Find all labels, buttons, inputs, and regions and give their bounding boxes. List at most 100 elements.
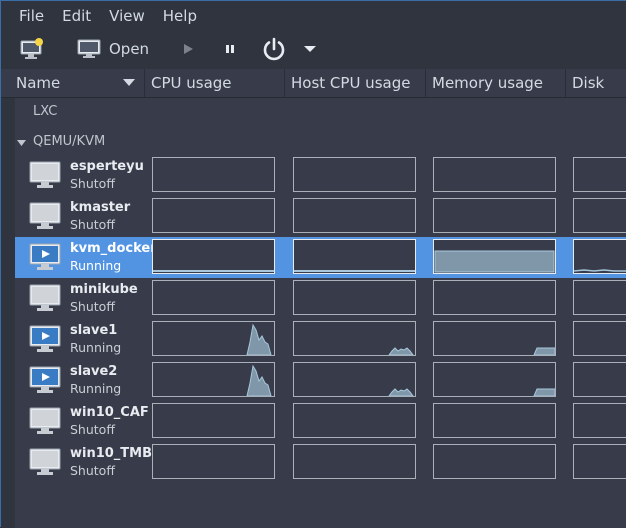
disk-io-graph [573,403,626,438]
column-disk-io[interactable]: Disk I/O [566,69,626,120]
vm-shutoff-icon [29,447,61,477]
host-cpu-usage-graph [293,444,416,479]
open-button[interactable]: Open [71,33,155,65]
play-icon [184,44,194,54]
host-cpu-usage-graph [293,321,416,356]
chevron-down-icon [304,46,317,52]
disk-io-graph [573,362,626,397]
host-cpu-usage-graph [293,157,416,192]
disk-io-graph [573,444,626,479]
host-cpu-usage-graph [293,403,416,438]
virt-manager-window: File Edit View Help Open Name CPU usage … [0,0,626,528]
disk-io-graph [573,157,626,192]
cpu-usage-graph [152,157,275,192]
vm-row[interactable]: win10_TMB Shutoff [15,442,626,483]
column-memory-usage-label: Memory usage [432,74,544,92]
disk-io-graph [573,321,626,356]
memory-usage-graph [433,239,556,274]
menu-help[interactable]: Help [154,1,206,31]
disk-io-graph [573,198,626,233]
vm-row[interactable]: win10_CAF Shutoff [15,401,626,442]
vm-status: Shutoff [70,176,115,191]
group-row-lxc[interactable]: LXC [15,98,626,128]
vm-list[interactable]: LXC QEMU/KVM esperteyu Shutoff kmaster Shut… [15,98,626,528]
vm-name: slave2 [70,364,118,379]
vm-row[interactable]: slave1 Running [15,319,626,360]
vm-status: Running [70,381,122,396]
column-host-cpu-usage-label: Host CPU usage [291,74,411,92]
column-header: Name CPU usage Host CPU usage Memory usa… [1,69,626,120]
host-cpu-usage-graph [293,198,416,233]
cpu-usage-graph [152,239,275,274]
new-vm-button[interactable] [13,33,51,65]
host-cpu-usage-graph [293,362,416,397]
vm-name: minikube [70,282,138,297]
vm-row[interactable]: esperteyu Shutoff [15,155,626,196]
vm-name: win10_CAF [70,405,149,420]
cpu-usage-graph [152,198,275,233]
disk-io-graph [573,239,626,274]
sort-arrow-icon [123,79,135,86]
shutdown-menu-button[interactable] [297,33,323,65]
column-memory-usage[interactable]: Memory usage [426,69,566,97]
column-host-cpu-usage[interactable]: Host CPU usage [285,69,426,97]
memory-usage-graph [433,280,556,315]
vm-name: kmaster [70,200,131,215]
cpu-usage-graph [152,403,275,438]
pause-button[interactable] [217,33,243,65]
menubar: File Edit View Help [1,1,626,31]
monitor-icon [77,39,101,58]
vm-running-icon [29,242,61,272]
host-cpu-usage-graph [293,239,416,274]
vm-status: Running [70,340,122,355]
expander-icon [17,140,26,146]
run-button[interactable] [175,33,201,65]
group-label: QEMU/KVM [33,134,106,149]
vm-row[interactable]: minikube Shutoff [15,278,626,319]
toolbar: Open [1,31,626,67]
cpu-usage-graph [152,444,275,479]
memory-usage-graph [433,157,556,192]
host-cpu-usage-graph [293,280,416,315]
group-row-qemu-kvm[interactable]: QEMU/KVM [15,128,626,158]
menu-view[interactable]: View [100,1,154,31]
vm-status: Running [70,258,122,273]
vm-row[interactable]: slave2 Running [15,360,626,401]
group-label: LXC [33,104,58,119]
vm-shutoff-icon [29,283,61,313]
memory-usage-graph [433,444,556,479]
vm-status: Shutoff [70,217,115,232]
column-name[interactable]: Name [1,69,145,97]
column-name-label: Name [16,74,61,92]
disk-io-graph [573,280,626,315]
vm-name: slave1 [70,323,118,338]
vm-shutoff-icon [29,160,61,190]
power-icon [263,37,285,61]
memory-usage-graph [433,362,556,397]
vm-row[interactable]: kvm_docker Running [15,237,626,278]
cpu-usage-graph [152,321,275,356]
open-label: Open [109,40,150,58]
vm-row[interactable]: kmaster Shutoff [15,196,626,237]
cpu-usage-graph [152,362,275,397]
memory-usage-graph [433,403,556,438]
new-vm-icon [20,38,43,59]
shutdown-button[interactable] [255,33,293,65]
menu-file[interactable]: File [1,1,53,31]
cpu-usage-graph [152,280,275,315]
vm-status: Shutoff [70,463,115,478]
memory-usage-graph [433,321,556,356]
pause-icon [226,45,235,53]
memory-usage-graph [433,198,556,233]
vm-name: kvm_docker [70,241,157,256]
menu-edit[interactable]: Edit [53,1,100,31]
left-margin [1,98,15,528]
column-cpu-usage[interactable]: CPU usage [145,69,285,97]
vm-name: esperteyu [70,159,144,174]
vm-name: win10_TMB [70,446,153,461]
vm-shutoff-icon [29,406,61,436]
column-cpu-usage-label: CPU usage [151,74,232,92]
vm-shutoff-icon [29,201,61,231]
vm-status: Shutoff [70,422,115,437]
vm-running-icon [29,324,61,354]
